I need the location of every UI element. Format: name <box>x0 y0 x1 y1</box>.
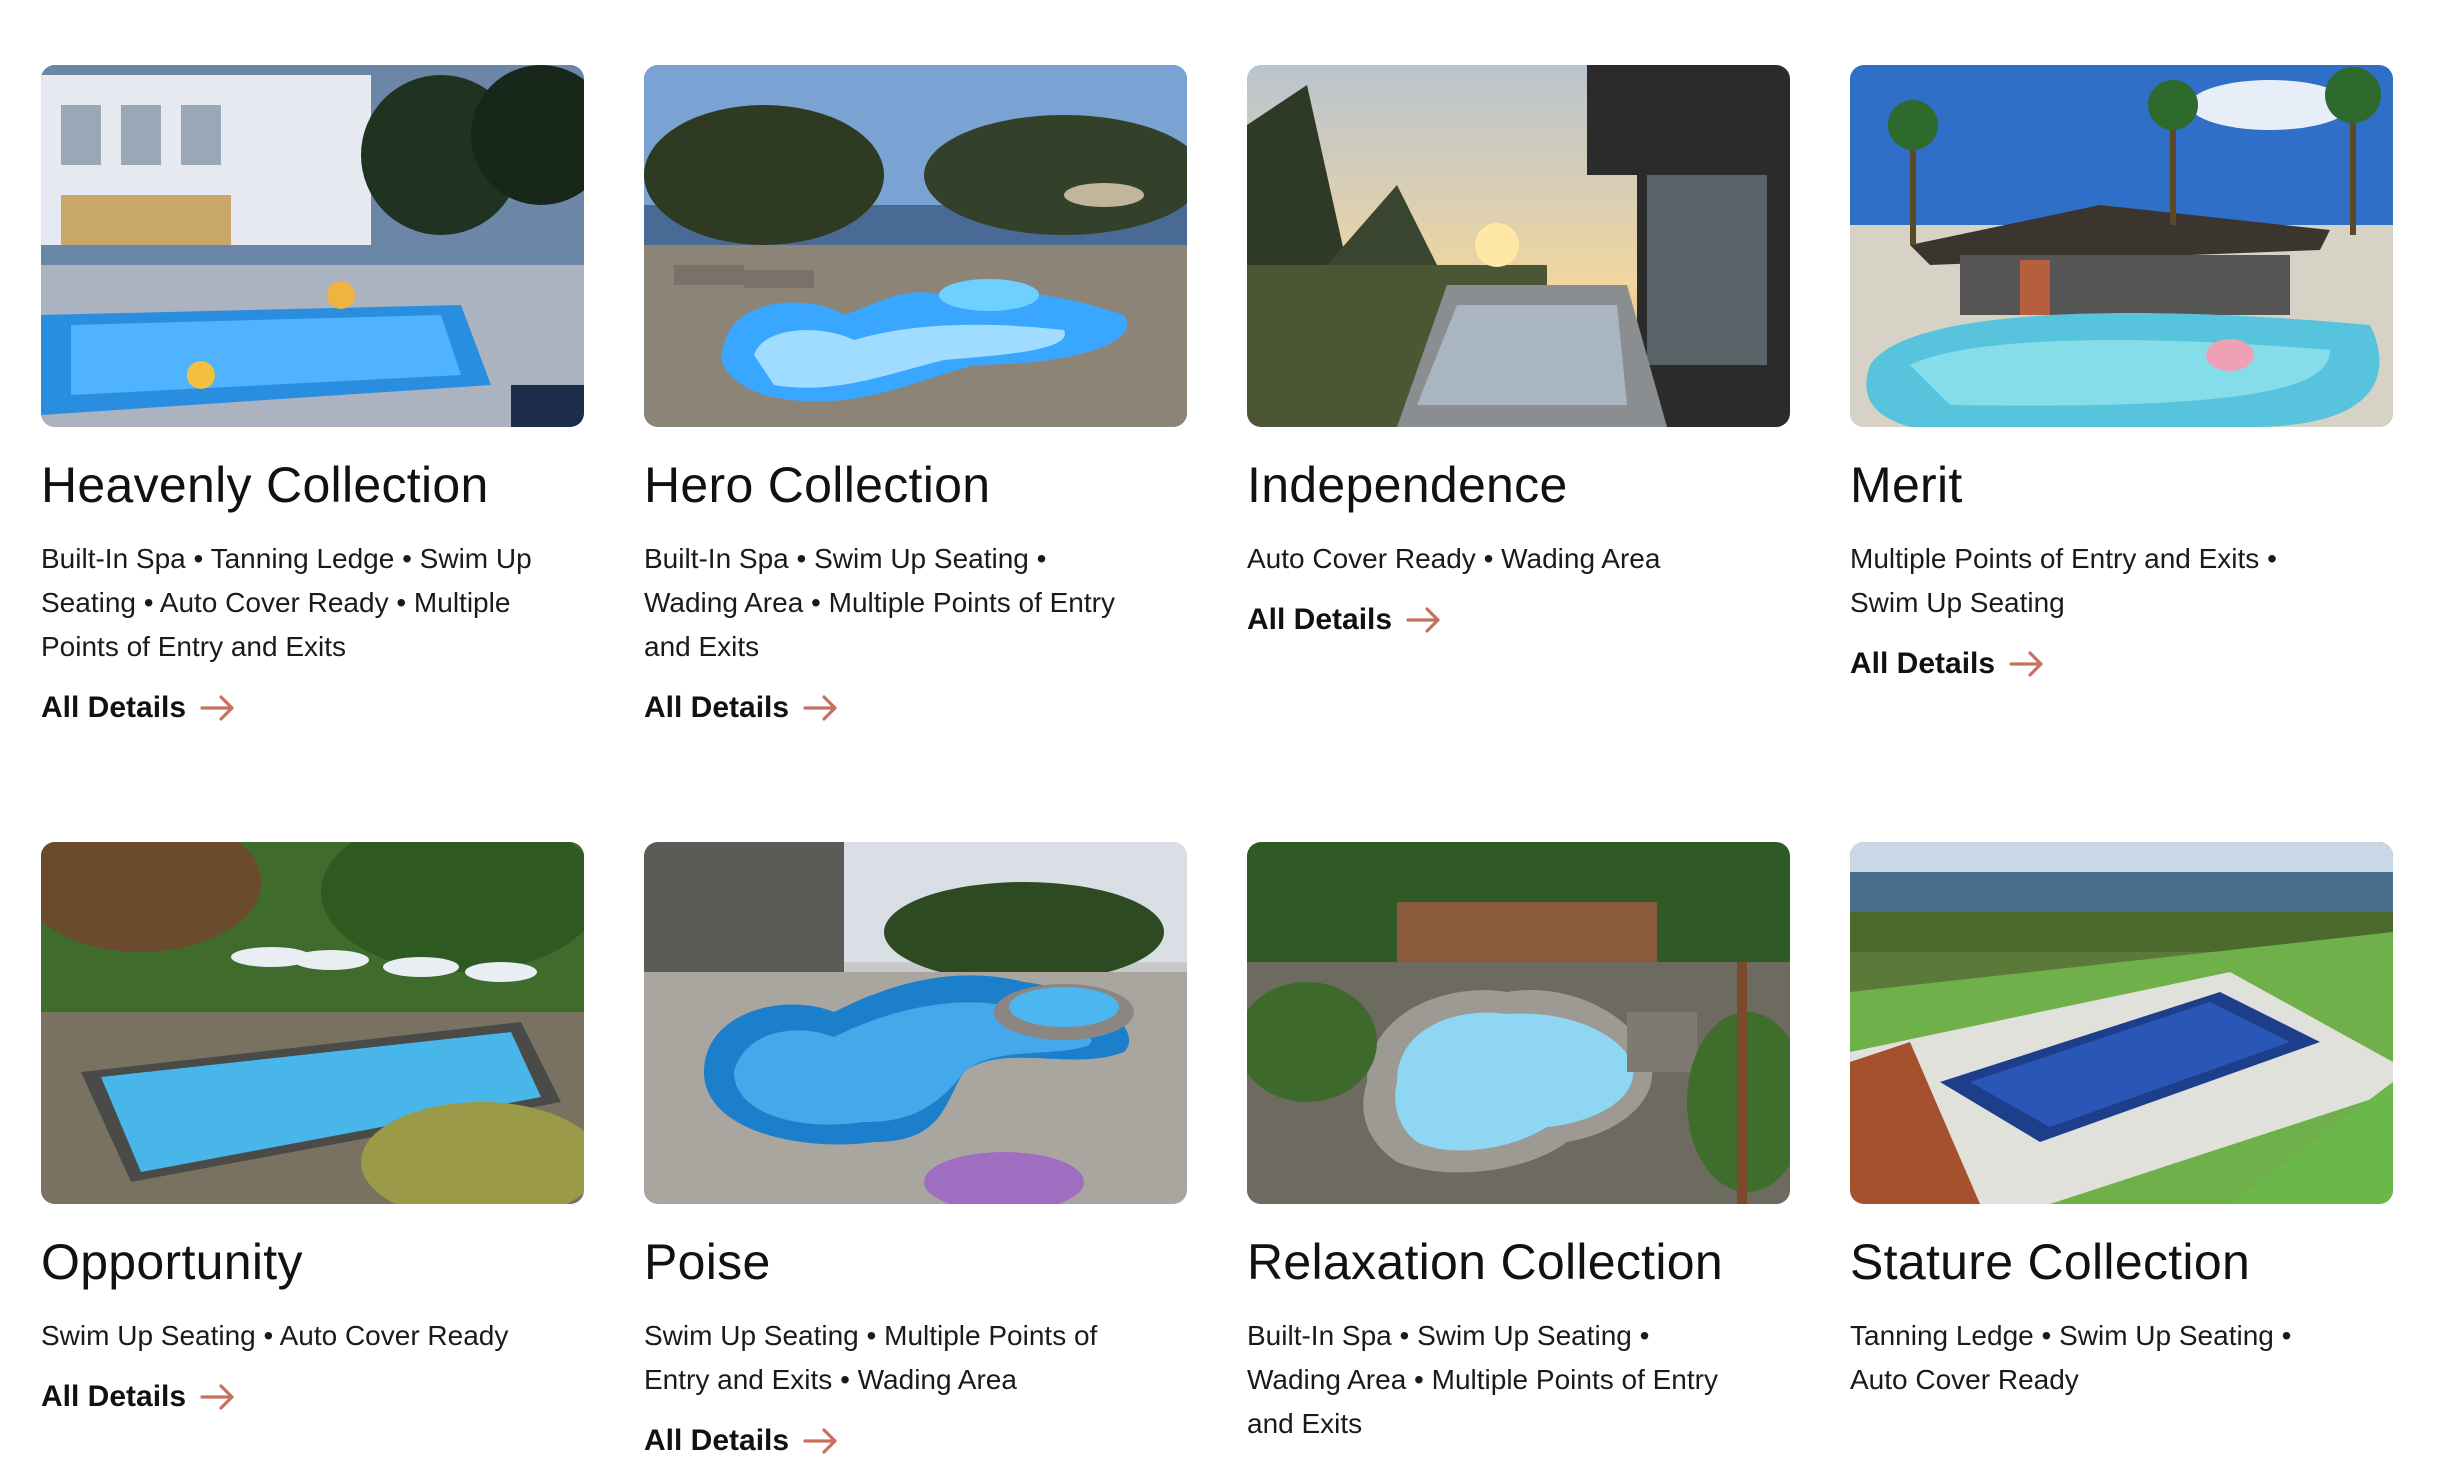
all-details-link[interactable]: All Details <box>41 1380 236 1414</box>
collection-features: Swim Up Seating • Auto Cover Ready <box>41 1320 509 1351</box>
collection-title[interactable]: Stature Collection <box>1850 1232 2393 1292</box>
collection-card: Opportunity Swim Up Seating • Auto Cover… <box>41 842 584 1442</box>
arrow-right-icon <box>803 695 837 721</box>
collection-card: Poise Swim Up Seating • Multiple Points … <box>644 842 1187 1457</box>
arrow-right-icon <box>1406 607 1440 633</box>
collection-features: Built-In Spa • Swim Up Seating • Wading … <box>644 543 1115 662</box>
collection-card: Heavenly Collection Built-In Spa • Tanni… <box>41 65 584 842</box>
collection-card: Independence Auto Cover Ready • Wading A… <box>1247 65 1790 842</box>
collection-features: Tanning Ledge • Swim Up Seating • Auto C… <box>1850 1320 2292 1395</box>
collection-features: Built-In Spa • Tanning Ledge • Swim Up S… <box>41 543 532 662</box>
arrow-right-icon <box>803 1428 837 1454</box>
collection-features: Multiple Points of Entry and Exits • Swi… <box>1850 543 2277 618</box>
all-details-label: All Details <box>1247 603 1393 636</box>
pool-photo[interactable] <box>644 65 1187 427</box>
all-details-label: All Details <box>1850 647 1996 680</box>
pool-photo[interactable] <box>41 842 584 1204</box>
collection-title[interactable]: Relaxation Collection <box>1247 1232 1790 1292</box>
collection-title[interactable]: Opportunity <box>41 1232 584 1292</box>
all-details-label: All Details <box>644 691 790 724</box>
pool-photo[interactable] <box>1850 65 2393 427</box>
collection-title[interactable]: Heavenly Collection <box>41 455 584 515</box>
arrow-right-icon <box>200 695 234 721</box>
collection-card: Hero Collection Built-In Spa • Swim Up S… <box>644 65 1187 842</box>
pool-photo[interactable] <box>41 65 584 427</box>
collection-title[interactable]: Independence <box>1247 455 1790 515</box>
collection-card: Relaxation Collection Built-In Spa • Swi… <box>1247 842 1790 1442</box>
collection-features: Auto Cover Ready • Wading Area <box>1247 543 1661 574</box>
arrow-right-icon <box>2009 651 2043 677</box>
all-details-label: All Details <box>41 691 187 724</box>
collection-title[interactable]: Hero Collection <box>644 455 1187 515</box>
all-details-link[interactable]: All Details <box>41 691 236 725</box>
all-details-link[interactable]: All Details <box>644 1424 839 1458</box>
collection-card: Stature Collection Tanning Ledge • Swim … <box>1850 842 2393 1442</box>
all-details-label: All Details <box>644 1424 790 1457</box>
pool-photo[interactable] <box>1247 842 1790 1204</box>
collection-features: Swim Up Seating • Multiple Points of Ent… <box>644 1320 1098 1395</box>
all-details-link[interactable]: All Details <box>1850 647 2045 681</box>
collection-title[interactable]: Poise <box>644 1232 1187 1292</box>
pool-photo[interactable] <box>644 842 1187 1204</box>
all-details-link[interactable]: All Details <box>1247 603 1442 637</box>
collection-card: Merit Multiple Points of Entry and Exits… <box>1850 65 2393 842</box>
pool-photo[interactable] <box>1247 65 1790 427</box>
pool-collection-grid: Heavenly Collection Built-In Spa • Tanni… <box>41 65 2393 1457</box>
collection-features: Built-In Spa • Swim Up Seating • Wading … <box>1247 1320 1718 1439</box>
all-details-label: All Details <box>41 1380 187 1413</box>
arrow-right-icon <box>200 1384 234 1410</box>
pool-photo[interactable] <box>1850 842 2393 1204</box>
collection-title[interactable]: Merit <box>1850 455 2393 515</box>
all-details-link[interactable]: All Details <box>644 691 839 725</box>
